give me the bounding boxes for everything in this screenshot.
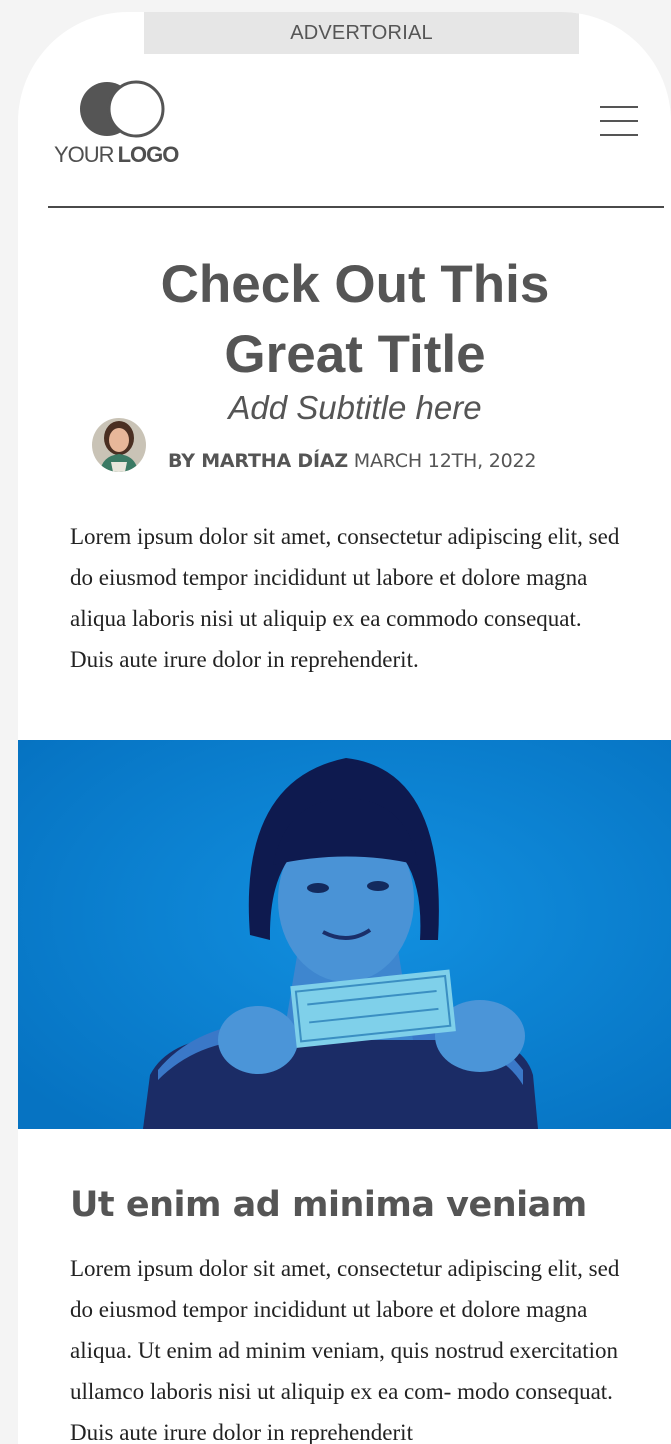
publish-date: MARCH 12TH, 2022 <box>353 450 537 472</box>
header-divider <box>48 206 664 208</box>
advertorial-banner: ADVERTORIAL <box>144 12 579 54</box>
hamburger-menu-icon[interactable] <box>596 104 640 144</box>
logo-text-bold: LOGO <box>117 142 180 167</box>
section-paragraph: Lorem ipsum dolor sit amet, consectetur … <box>70 1256 620 1444</box>
menu-line <box>600 106 638 108</box>
article-subtitle: Add Subtitle here <box>228 389 482 426</box>
title-line: Great Title <box>224 325 486 384</box>
site-logo[interactable]: YOUR LOGO <box>54 80 194 180</box>
author-photo <box>92 418 146 472</box>
section-heading: Ut enim ad minima veniam <box>70 1185 587 1225</box>
article-title: Check Out This Great Title <box>58 250 652 390</box>
intro-paragraph: Lorem ipsum dolor sit amet, consectetur … <box>70 524 620 672</box>
menu-line <box>600 134 638 136</box>
author-name[interactable]: BY MARTHA DÍAZ <box>168 450 348 472</box>
article-byline: BY MARTHA DÍAZ MARCH 12TH, 2022 <box>168 450 537 472</box>
overlapping-circles-icon <box>80 80 165 138</box>
hero-image <box>18 740 671 1129</box>
logo-text-light: YOUR <box>54 142 115 167</box>
author-avatar[interactable] <box>92 418 146 472</box>
title-line: Check Out This <box>160 255 550 314</box>
menu-line <box>600 120 638 122</box>
page-frame: ADVERTORIAL YOUR LOGO Check Out This Grea… <box>18 12 671 1444</box>
logo-wordmark: YOUR LOGO <box>54 142 180 168</box>
